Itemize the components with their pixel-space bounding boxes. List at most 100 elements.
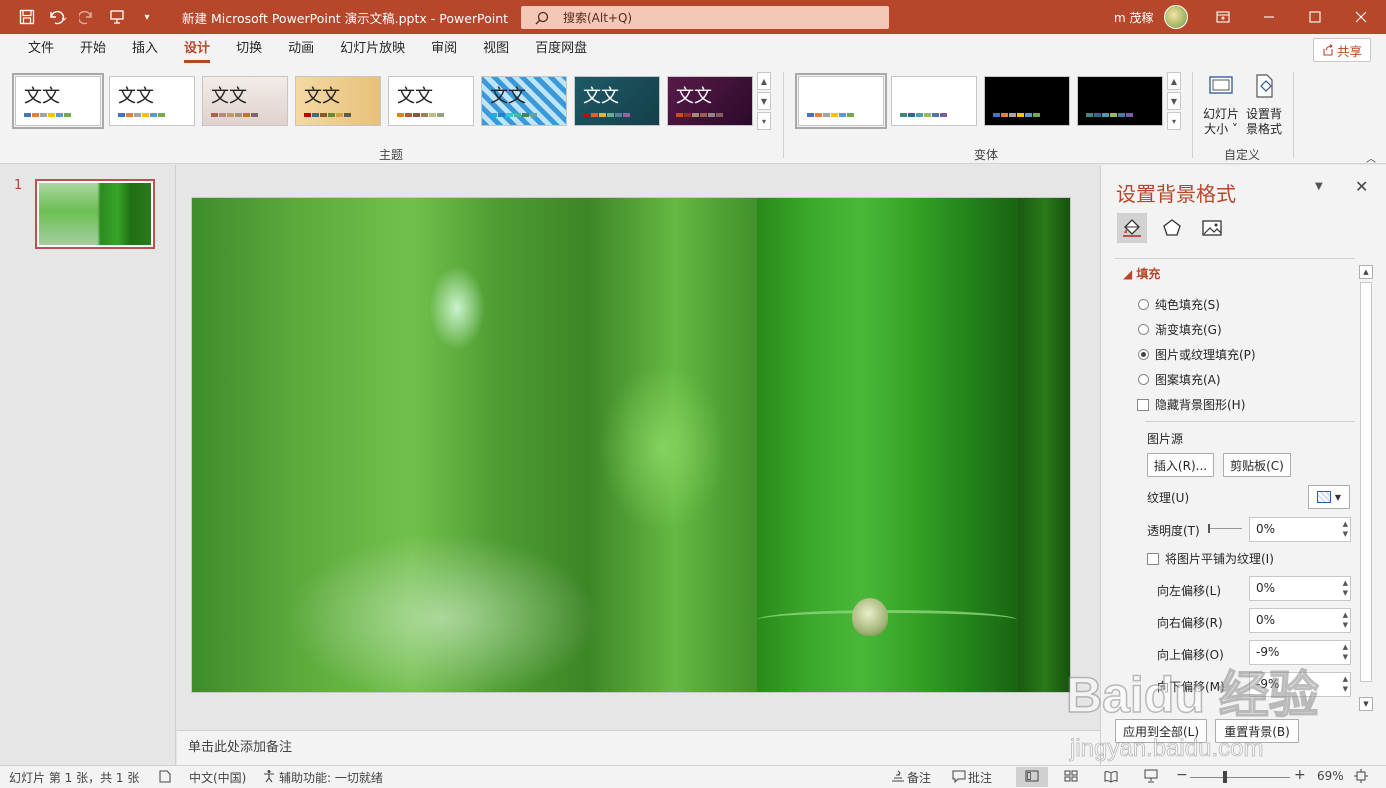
tab-file[interactable]: 文件 <box>15 34 67 66</box>
comments-icon[interactable] <box>952 769 966 786</box>
slide-thumbnail-1[interactable] <box>35 179 155 249</box>
texture-dropdown[interactable]: ▼ <box>1308 485 1350 509</box>
spinner-arrows-icon[interactable]: ▲ ▼ <box>1343 578 1348 598</box>
checkbox[interactable] <box>1137 398 1149 411</box>
spinner-arrows-icon[interactable]: ▲ ▼ <box>1343 674 1348 694</box>
slide-count-status[interactable]: 幻灯片 第 1 张，共 1 张 <box>9 769 139 786</box>
radio-gradient-fill[interactable]: 渐变填充(G) <box>1138 321 1222 338</box>
tab-slideshow[interactable]: 幻灯片放映 <box>327 34 418 66</box>
checkbox[interactable] <box>1147 552 1159 565</box>
clipboard-button[interactable]: 剪贴板(C) <box>1223 453 1291 477</box>
section-fill-header[interactable]: ◢ 填充 <box>1123 265 1160 282</box>
reading-view-icon[interactable] <box>1104 769 1118 786</box>
comments-button[interactable]: 批注 <box>968 769 992 786</box>
variant-2[interactable] <box>891 76 977 126</box>
close-icon[interactable]: ✕ <box>1355 177 1368 196</box>
variant-scroll-up-icon[interactable]: ▲ <box>1167 72 1181 90</box>
tab-baidu-netdisk[interactable]: 百度网盘 <box>522 34 600 66</box>
tab-home[interactable]: 开始 <box>67 34 119 66</box>
theme-retrospect[interactable]: 文文 <box>388 76 474 126</box>
user-name[interactable]: m 茂稼 <box>1114 9 1154 26</box>
slide-sorter-icon[interactable] <box>1064 769 1078 786</box>
variant-4[interactable] <box>1077 76 1163 126</box>
checkbox-hide-background-graphics[interactable]: 隐藏背景图形(H) <box>1137 396 1245 413</box>
minimize-icon[interactable] <box>1246 0 1292 34</box>
scroll-thumb[interactable] <box>1360 282 1372 682</box>
tab-view[interactable]: 视图 <box>470 34 522 66</box>
tab-review[interactable]: 审阅 <box>418 34 470 66</box>
save-icon[interactable] <box>14 4 40 30</box>
tab-animations[interactable]: 动画 <box>275 34 327 66</box>
theme-office[interactable]: 文文 <box>12 73 104 129</box>
slide-canvas[interactable] <box>191 197 1071 693</box>
notes-icon[interactable] <box>891 769 905 786</box>
spinner-arrows-icon[interactable]: ▲ ▼ <box>1343 642 1348 662</box>
zoom-level[interactable]: 69% <box>1317 769 1344 783</box>
close-window-icon[interactable] <box>1338 0 1384 34</box>
theme-ink[interactable]: 文文 <box>295 76 381 126</box>
fill-tab[interactable] <box>1117 213 1147 243</box>
maximize-icon[interactable] <box>1292 0 1338 34</box>
zoom-in-icon[interactable]: + <box>1294 767 1306 783</box>
theme-ion[interactable]: 文文 <box>574 76 660 126</box>
radio-button[interactable] <box>1138 349 1149 360</box>
reset-background-button[interactable]: 重置背景(B) <box>1215 719 1299 743</box>
gallery-scroll-down-icon[interactable]: ▼ <box>757 92 771 110</box>
gallery-more-icon[interactable]: ▾ <box>757 112 771 130</box>
variant-more-icon[interactable]: ▾ <box>1167 112 1181 130</box>
avatar[interactable] <box>1164 5 1188 29</box>
notes-placeholder[interactable]: 单击此处添加备注 <box>177 730 1100 765</box>
language-status[interactable]: 中文(中国) <box>189 769 246 786</box>
variant-3[interactable] <box>984 76 1070 126</box>
redo-icon[interactable] <box>74 4 100 30</box>
accessibility-status[interactable]: 辅助功能: 一切就绪 <box>279 769 383 786</box>
zoom-out-icon[interactable]: − <box>1176 767 1188 783</box>
theme-facet[interactable]: 文文 <box>202 76 288 126</box>
theme-office-2[interactable]: 文文 <box>109 76 195 126</box>
fit-slide-to-window-icon[interactable] <box>1354 769 1368 786</box>
offset-bottom-input[interactable]: -9% ▲ ▼ <box>1249 672 1351 697</box>
radio-pattern-fill[interactable]: 图案填充(A) <box>1138 371 1221 388</box>
customize-qat-icon[interactable]: ▾ <box>134 4 160 30</box>
radio-button[interactable] <box>1138 324 1149 335</box>
variant-scroll-down-icon[interactable]: ▼ <box>1167 92 1181 110</box>
tab-insert[interactable]: 插入 <box>119 34 171 66</box>
share-button[interactable]: 共享 <box>1313 38 1371 62</box>
gallery-scroll-up-icon[interactable]: ▲ <box>757 72 771 90</box>
spinner-arrows-icon[interactable]: ▲ ▼ <box>1343 519 1348 539</box>
tab-transitions[interactable]: 切换 <box>223 34 275 66</box>
offset-top-input[interactable]: -9% ▲ ▼ <box>1249 640 1351 665</box>
apply-to-all-button[interactable]: 应用到全部(L) <box>1115 719 1207 743</box>
transparency-input[interactable]: 0% ▲ ▼ <box>1249 517 1351 542</box>
transparency-slider[interactable] <box>1208 524 1242 533</box>
theme-ion-boardroom[interactable]: 文文 <box>667 76 753 126</box>
undo-icon[interactable] <box>44 4 70 30</box>
pane-scrollbar[interactable]: ▲ ▼ <box>1359 265 1373 713</box>
radio-button[interactable] <box>1138 299 1149 310</box>
slide-size-button[interactable]: 幻灯片 大小 ˅ <box>1199 72 1243 137</box>
radio-solid-fill[interactable]: 纯色填充(S) <box>1138 296 1220 313</box>
collapse-ribbon-icon[interactable]: ︿ <box>1366 150 1376 165</box>
accessibility-icon[interactable] <box>262 769 276 786</box>
scroll-down-icon[interactable]: ▼ <box>1359 697 1373 711</box>
scroll-up-icon[interactable]: ▲ <box>1359 265 1373 279</box>
offset-left-input[interactable]: 0% ▲ ▼ <box>1249 576 1351 601</box>
insert-picture-button[interactable]: 插入(R)... <box>1147 453 1214 477</box>
slideshow-view-icon[interactable] <box>1144 769 1158 786</box>
present-from-start-icon[interactable] <box>104 4 130 30</box>
pane-options-icon[interactable]: ▼ <box>1315 181 1323 192</box>
variant-1[interactable] <box>795 73 887 129</box>
ribbon-display-options-icon[interactable] <box>1200 0 1246 34</box>
radio-button[interactable] <box>1138 374 1149 385</box>
offset-right-input[interactable]: 0% ▲ ▼ <box>1249 608 1351 633</box>
effects-tab[interactable] <box>1157 213 1187 243</box>
spelling-check-icon[interactable] <box>158 769 172 786</box>
picture-tab[interactable] <box>1197 213 1227 243</box>
checkbox-tile-picture[interactable]: 将图片平铺为纹理(I) <box>1147 550 1274 567</box>
search-box[interactable]: 搜索(Alt+Q) <box>521 6 889 29</box>
theme-circuit[interactable]: 文文 <box>481 76 567 126</box>
normal-view-icon[interactable] <box>1025 769 1039 786</box>
spinner-arrows-icon[interactable]: ▲ ▼ <box>1343 610 1348 630</box>
zoom-slider-thumb[interactable] <box>1223 771 1227 783</box>
radio-picture-texture-fill[interactable]: 图片或纹理填充(P) <box>1138 346 1256 363</box>
